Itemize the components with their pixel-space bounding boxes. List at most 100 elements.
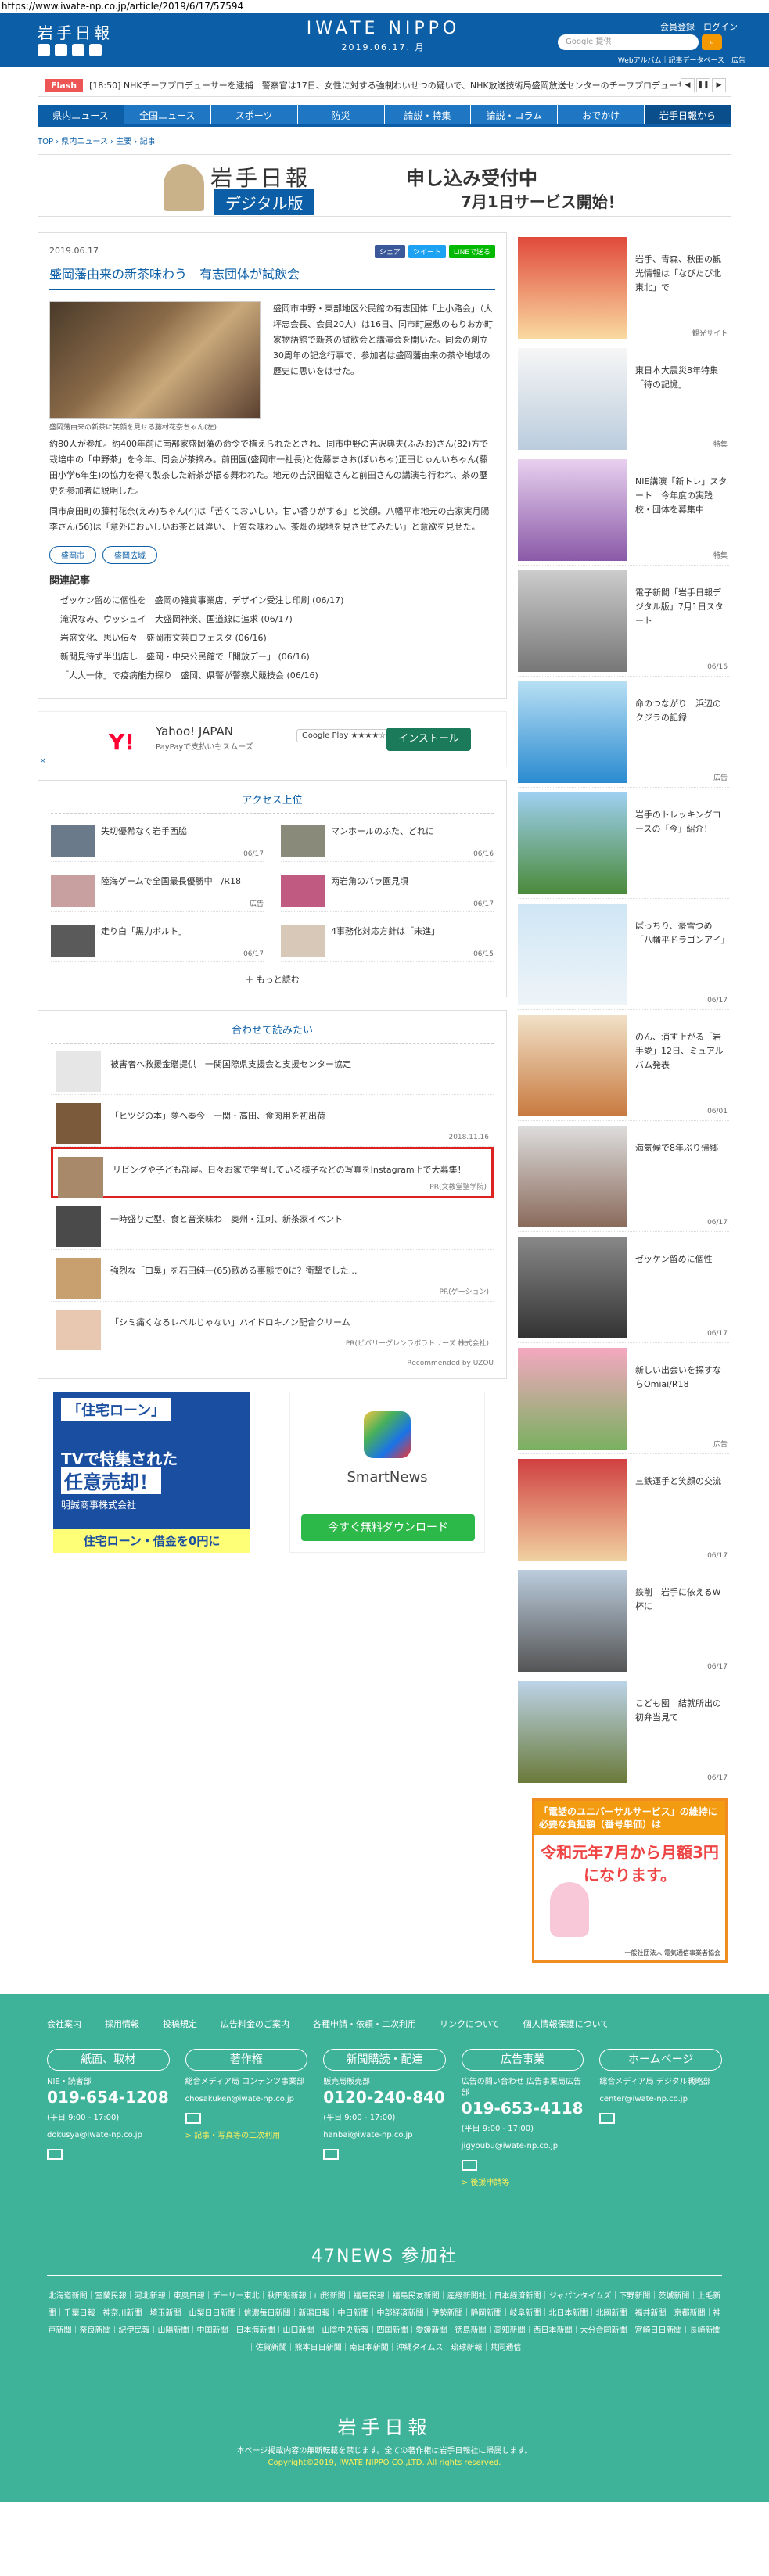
related-link[interactable]: 新聞見待ず半出店し 盛岡・中央公民館で「開放デー」 (06/16) — [60, 648, 495, 666]
download-button[interactable]: 今すぐ無料ダウンロード — [301, 1514, 475, 1541]
tweet-button[interactable]: ツイート — [408, 245, 446, 258]
sidebar-item[interactable]: 新しい出会いを探すならOmiai/R18 広告 — [518, 1343, 729, 1454]
site-logo[interactable]: 岩手日報 — [38, 20, 113, 43]
footer-link[interactable]: 採用情報 — [105, 2017, 139, 2030]
recommend-source: PR(文教堂塾学院) — [429, 1184, 487, 1191]
related-link[interactable]: ゼッケン留めに個性を 盛岡の雑貨事業店、デザイン受注し印刷 (06/17) — [60, 591, 495, 610]
contact-link[interactable]: > 後援申請等 — [462, 2175, 584, 2187]
mail-icon[interactable] — [185, 2113, 201, 2124]
nav-item-sports[interactable]: スポーツ — [210, 105, 298, 124]
mail-icon[interactable] — [599, 2113, 616, 2124]
sidebar-item[interactable]: 海気候で8年ぶり帰郷 06/17 — [518, 1121, 729, 1232]
contact-mail[interactable]: hanbai@iwate-np.co.jp — [323, 2130, 446, 2141]
center-logo[interactable]: IWATE NIPPO — [293, 19, 473, 38]
facebook-icon[interactable] — [55, 44, 67, 56]
contact-mail[interactable]: chosakuken@iwate-np.co.jp — [185, 2094, 308, 2105]
sidebar-item[interactable]: 岩手、青森、秋田の観光情報は「なびたび北東北」で 観光サイト — [518, 232, 729, 343]
related-link[interactable]: 「人大一体」で疫病能力探り 盛岡、県警が警察犬競技会 (06/16) — [60, 666, 495, 685]
tag-morioka[interactable]: 盛岡市 — [49, 546, 96, 564]
sidebar-item[interactable]: 岩手のトレッキングコースの「今」紹介！ — [518, 788, 729, 899]
line-icon[interactable] — [72, 44, 84, 56]
tag-morioka-area[interactable]: 盛岡広域 — [102, 546, 157, 564]
mail-icon[interactable] — [323, 2149, 340, 2160]
sidebar-item[interactable]: 電子新聞「岩手日報デジタル版」7月1日スタート 06/16 — [518, 566, 729, 677]
header-sublinks[interactable]: Webアルバム｜記事データベース｜広告 — [618, 55, 746, 65]
digital-banner[interactable]: 岩手日報 デジタル版 申し込み受付中 7月1日サービス開始！ — [38, 154, 731, 217]
search-icon[interactable]: ⌕ — [702, 34, 722, 50]
recommend-item[interactable]: 被害者へ救援金贈提供 一関国際県支援会と支援センター協定 — [51, 1044, 494, 1095]
flash-news[interactable]: Flash [18:50] NHKチーフプロデューサーを逮捕 警察官は17日、女… — [38, 74, 731, 97]
contact-link[interactable]: > 記事・写真等の二次利用 — [185, 2129, 308, 2140]
more-button[interactable]: ＋ もっと読む — [51, 973, 494, 986]
mail-icon[interactable] — [47, 2149, 63, 2160]
ranking-item[interactable]: 4事務化対応方針は「未進」 06/15 — [281, 925, 494, 962]
flash-text[interactable]: [18:50] NHKチーフプロデューサーを逮捕 警察官は17日、女性に対する強… — [89, 79, 681, 92]
nav-item-zenkoku[interactable]: 全国ニュース — [124, 105, 211, 124]
recommend-item[interactable]: 「ヒツジの本」夢へ奏今 一関・高田、食肉用を初出荷 2018.11.16 — [51, 1095, 494, 1147]
recommend-item[interactable]: 強烈な「口臭」を石田純一(65)歌める事態で0に？衝撃でした… PR(ゲーション) — [51, 1250, 494, 1302]
recommend-text: リビングや子ども部屋。日々お家で学習している様子などの写真をInstagram上… — [113, 1165, 466, 1175]
nav-item-tokushu[interactable]: 論説・特集 — [384, 105, 472, 124]
contact-phone[interactable]: 019-654-1208 — [47, 2088, 170, 2107]
related-link[interactable]: 滝沢なみ、ウッシュイ 大盛岡神楽、国道線に追求 (06/17) — [60, 610, 495, 629]
footer-link[interactable]: 投稿規定 — [163, 2017, 197, 2030]
ranking-item[interactable]: 走り白「黒力ボルト」 06/17 — [51, 925, 264, 962]
recommend-item[interactable]: 一時盛り定型、食と音楽味わ 奥州・江刺、新茶家イベント — [51, 1198, 494, 1250]
ranking-item[interactable]: マンホールのふた、どれに 06/16 — [281, 825, 494, 862]
ranking-text: マンホールのふた、どれに — [331, 826, 434, 836]
universal-service-ad[interactable]: 「電話のユニバーサルサービス」の維持に必要な負担額（番号単価）は 令和元年7月か… — [532, 1798, 728, 1963]
ranking-item[interactable]: 两岩角のバラ園見頃 06/17 — [281, 875, 494, 912]
sidebar-item[interactable]: ぱっちり、豪雪つめ「八幡平ドラゴンアイ」 06/17 — [518, 899, 729, 1010]
sidebar-item[interactable]: のん、消す上がる「岩手愛」12日、ミュアルバム発表 06/01 — [518, 1010, 729, 1121]
nav-item-bousai[interactable]: 防災 — [297, 105, 385, 124]
twitter-icon[interactable] — [38, 44, 50, 56]
contact-phone[interactable]: 019-653-4118 — [462, 2099, 584, 2118]
contact-mail[interactable]: dokusya@iwate-np.co.jp — [47, 2130, 170, 2141]
mail-icon[interactable] — [461, 2160, 477, 2171]
footer-link[interactable]: 個人情報保護について — [523, 2017, 609, 2030]
search-input[interactable]: Google 提供 — [558, 34, 699, 50]
sidebar-item[interactable]: 東日本大震災8年特集「待の記憶」 特集 — [518, 343, 729, 454]
footer-logo[interactable]: 岩手日報 — [47, 2412, 722, 2439]
loan-ad[interactable]: 「住宅ローン」 TVで特集された 任意売却！ 明誠商事株式会社 住宅ローン・借金… — [53, 1392, 250, 1553]
nav-item-column[interactable]: 論説・コラム — [471, 105, 559, 124]
related-link[interactable]: 岩盛文化、思い伝々 盛岡市文芸ロフェスタ (06/16) — [60, 629, 495, 648]
contact-mail[interactable]: center@iwate-np.co.jp — [599, 2094, 722, 2105]
sidebar-item[interactable]: ゼッケン留めに個性 06/17 — [518, 1232, 729, 1343]
prev-icon[interactable]: ◀ — [681, 78, 695, 92]
nav-item-from-nippo[interactable]: 岩手日報から — [645, 105, 731, 124]
sidebar-item[interactable]: NIE講演「新トレ」スタート 今年度の実践校・団体を募集中 特集 — [518, 454, 729, 566]
facebook-share-button[interactable]: シェア — [374, 245, 405, 258]
contact-phone[interactable]: 0120-240-840 — [323, 2088, 446, 2107]
sidebar-item[interactable]: 三鉄運手と笑顔の交流 06/17 — [518, 1454, 729, 1565]
nav-item-kennai[interactable]: 県内ニュース — [38, 105, 124, 124]
recommended-by[interactable]: Recommended by UZOU — [51, 1360, 494, 1367]
footer-link[interactable]: リンクについて — [440, 2017, 500, 2030]
address-bar[interactable]: https://www.iwate-np.co.jp/article/2019/… — [0, 0, 769, 13]
line-share-button[interactable]: LINEで送る — [448, 245, 495, 258]
ranking-item[interactable]: 陸海ゲームで全国最長優勝中 /R18 広告 — [51, 875, 264, 912]
instagram-icon[interactable] — [89, 44, 102, 56]
install-button[interactable]: インストール — [386, 728, 471, 751]
contact-mail[interactable]: jigyoubu@iwate-np.co.jp — [462, 2141, 584, 2152]
nav-item-odekake[interactable]: おでかけ — [558, 105, 645, 124]
ranking-item[interactable]: 失切優希なく岩手西脇 06/17 — [51, 825, 264, 862]
sidebar-item[interactable]: こども園 結就所出の初弁当見て 06/17 — [518, 1676, 729, 1787]
partner-papers[interactable]: 北海道新聞｜室蘭民報｜河北新報｜東奥日報｜デーリー東北｜秋田魁新報｜山形新聞｜福… — [47, 2288, 722, 2357]
footer-link[interactable]: 各種申請・依頼・二次利用 — [313, 2017, 416, 2030]
pause-icon[interactable]: ❚❚ — [696, 78, 710, 92]
recommend-item-highlighted[interactable]: リビングや子ども部屋。日々お家で学習している様子などの写真をInstagram上… — [51, 1147, 494, 1198]
footer-link[interactable]: 会社案内 — [47, 2017, 81, 2030]
next-icon[interactable]: ▶ — [712, 78, 726, 92]
sidebar-item[interactable]: 鉄削 岩手に依えるW杯に 06/17 — [518, 1565, 729, 1676]
ad-close-icon[interactable]: × — [40, 757, 46, 765]
member-links[interactable]: 会員登録 ログイン — [660, 20, 738, 33]
sidebar-item[interactable]: 命のつながり 浜辺のクジラの記録 広告 — [518, 677, 729, 788]
smartnews-ad[interactable]: SmartNews 今すぐ無料ダウンロード — [289, 1392, 485, 1553]
recommend-item[interactable]: 「シミ痛くなるレベルじゃない」ハイドロキノン配合クリーム PR(ビバリーグレンラボ… — [51, 1302, 494, 1353]
yahoo-ad[interactable]: Y! Yahoo! JAPAN PayPayで支払いもスムーズ Google P… — [38, 711, 507, 767]
article-photo[interactable] — [49, 301, 261, 419]
ranking-thumb — [51, 925, 95, 957]
footer-link[interactable]: 広告料金のご案内 — [221, 2017, 289, 2030]
breadcrumb[interactable]: TOP › 県内ニュース › 主要 › 記事 — [38, 135, 731, 146]
